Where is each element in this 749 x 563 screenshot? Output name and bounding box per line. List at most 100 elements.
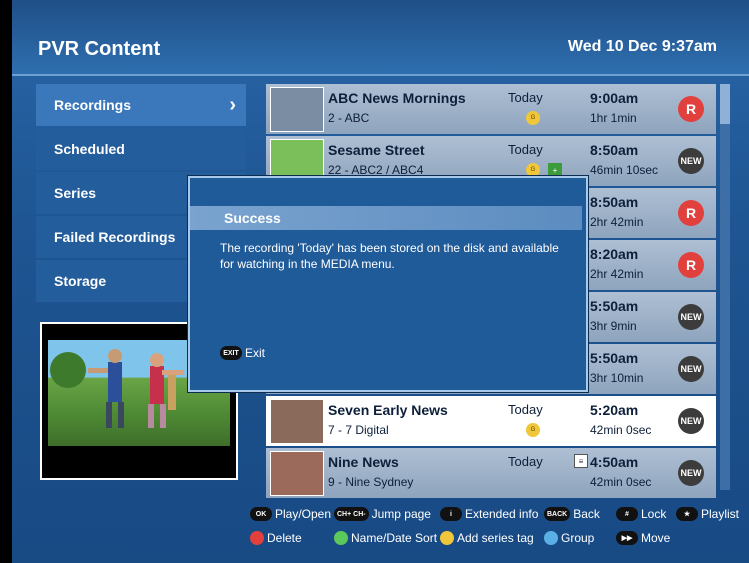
recording-row-abc-news-mornings[interactable]: ABC News Mornings 2 - ABC Today G 9:00am… — [266, 84, 716, 134]
sidebar-item-label: Recordings — [54, 97, 132, 113]
jump-page-key[interactable]: CH+ CH- Jump page — [334, 507, 431, 521]
sidebar-item-label: Storage — [54, 273, 107, 289]
delete-key[interactable]: Delete — [250, 531, 302, 545]
rating-g-icon: G — [526, 423, 540, 437]
recording-title: Seven Early News — [328, 402, 448, 418]
delete-label: Delete — [267, 531, 302, 545]
info-icon: ≡ — [574, 454, 588, 468]
dialog-message: The recording 'Today' has been stored on… — [220, 241, 559, 271]
recording-channel: 9 - Nine Sydney — [328, 475, 414, 489]
ch-keys-icon: CH+ CH- — [334, 507, 369, 521]
recording-duration: 46min 10sec — [590, 163, 659, 177]
header-bar: PVR Content Wed 10 Dec 9:37am — [12, 0, 749, 76]
recording-time: 5:20am — [590, 402, 639, 418]
recording-time: 5:50am — [590, 298, 639, 314]
green-button-icon — [334, 531, 348, 545]
recording-duration: 3hr 9min — [590, 319, 637, 333]
recording-title: ABC News Mornings — [328, 90, 466, 106]
recording-icon: R — [678, 252, 704, 278]
red-button-icon — [250, 531, 264, 545]
recording-duration: 3hr 10min — [590, 371, 644, 385]
ok-key-icon: OK — [250, 507, 272, 521]
lock-key[interactable]: # Lock — [616, 507, 666, 521]
recording-channel: 2 - ABC — [328, 111, 370, 125]
new-icon: NEW — [678, 408, 704, 434]
extended-info-label: Extended info — [465, 507, 539, 521]
list-scrollbar[interactable] — [720, 84, 730, 490]
rating-g-icon: G — [526, 111, 540, 125]
recording-row-seven-early-news[interactable]: Seven Early News 7 - 7 Digital Today G 5… — [266, 396, 716, 446]
sidebar-item-scheduled[interactable]: Scheduled — [36, 128, 246, 170]
sidebar-item-label: Series — [54, 185, 97, 201]
key-legend: OK Play/Open CH+ CH- Jump page i Extende… — [248, 505, 748, 559]
extra-info-icon: + — [548, 163, 562, 177]
group-key[interactable]: Group — [544, 531, 594, 545]
group-label: Group — [561, 531, 595, 545]
recording-time: 4:50am — [590, 454, 639, 470]
pvr-screen: PVR Content Wed 10 Dec 9:37am Recordings… — [12, 0, 749, 563]
recording-duration: 42min 0sec — [590, 475, 652, 489]
play-open-key[interactable]: OK Play/Open — [250, 507, 331, 521]
exit-key-icon: EXIT — [220, 346, 242, 360]
recording-time: 5:50am — [590, 350, 639, 366]
new-icon: NEW — [678, 356, 704, 382]
sidebar-item-label: Scheduled — [54, 141, 125, 157]
playlist-key[interactable]: ★ Playlist — [676, 507, 739, 521]
new-icon: NEW — [678, 304, 704, 330]
date-time: Wed 10 Dec 9:37am — [567, 38, 717, 55]
thumbnail — [270, 87, 324, 132]
recording-icon: R — [678, 96, 704, 122]
back-key[interactable]: BACK Back — [544, 507, 600, 521]
add-series-tag-label: Add series tag — [457, 531, 534, 545]
recording-duration: 2hr 42min — [590, 267, 644, 281]
new-icon: NEW — [678, 148, 704, 174]
add-series-tag-key[interactable]: Add series tag — [440, 531, 534, 545]
thumbnail — [270, 399, 324, 444]
recording-channel: 7 - 7 Digital — [328, 423, 389, 437]
back-label: Back — [573, 507, 600, 521]
recording-time: 8:50am — [590, 194, 639, 210]
move-label: Move — [641, 531, 671, 545]
recording-date: Today — [508, 454, 543, 469]
move-key[interactable]: ▶▶ Move — [616, 531, 670, 545]
recording-date: Today — [508, 142, 543, 157]
jump-page-label: Jump page — [371, 507, 431, 521]
recording-channel: 22 - ABC2 / ABC4 — [328, 163, 424, 177]
back-key-icon: BACK — [544, 507, 571, 521]
recording-title: Sesame Street — [328, 142, 425, 158]
fast-forward-icon: ▶▶ — [616, 531, 638, 545]
exit-button[interactable]: EXIT Exit — [220, 346, 265, 360]
exit-label: Exit — [245, 346, 266, 360]
star-key-icon: ★ — [676, 507, 698, 521]
rating-g-icon: G — [526, 163, 540, 177]
chevron-right-icon: › — [229, 94, 236, 116]
playlist-label: Playlist — [701, 507, 740, 521]
scroll-thumb[interactable] — [720, 84, 730, 124]
yellow-button-icon — [440, 531, 454, 545]
recording-row-nine-news[interactable]: Nine News 9 - Nine Sydney Today ≡ 4:50am… — [266, 448, 716, 498]
recording-duration: 2hr 42min — [590, 215, 644, 229]
recording-duration: 42min 0sec — [590, 423, 652, 437]
dialog-title: Success — [190, 206, 582, 230]
blue-button-icon — [544, 531, 558, 545]
play-open-label: Play/Open — [275, 507, 332, 521]
header-divider — [12, 74, 749, 76]
name-date-sort-label: Name/Date Sort — [351, 531, 438, 545]
sidebar-item-recordings[interactable]: Recordings › — [36, 84, 246, 126]
thumbnail — [270, 451, 324, 496]
success-dialog: Success The recording 'Today' has been s… — [188, 176, 588, 392]
extended-info-key[interactable]: i Extended info — [440, 507, 538, 521]
recording-icon: R — [678, 200, 704, 226]
recording-date: Today — [508, 90, 543, 105]
sidebar-item-label: Failed Recordings — [54, 229, 176, 245]
recording-date: Today — [508, 402, 543, 417]
lock-label: Lock — [641, 507, 667, 521]
hash-key-icon: # — [616, 507, 638, 521]
recording-title: Nine News — [328, 454, 399, 470]
page-title: PVR Content — [38, 38, 161, 60]
new-icon: NEW — [678, 460, 704, 486]
name-date-sort-key[interactable]: Name/Date Sort — [334, 531, 437, 545]
recording-time: 9:00am — [590, 90, 639, 106]
recording-duration: 1hr 1min — [590, 111, 637, 125]
info-key-icon: i — [440, 507, 462, 521]
